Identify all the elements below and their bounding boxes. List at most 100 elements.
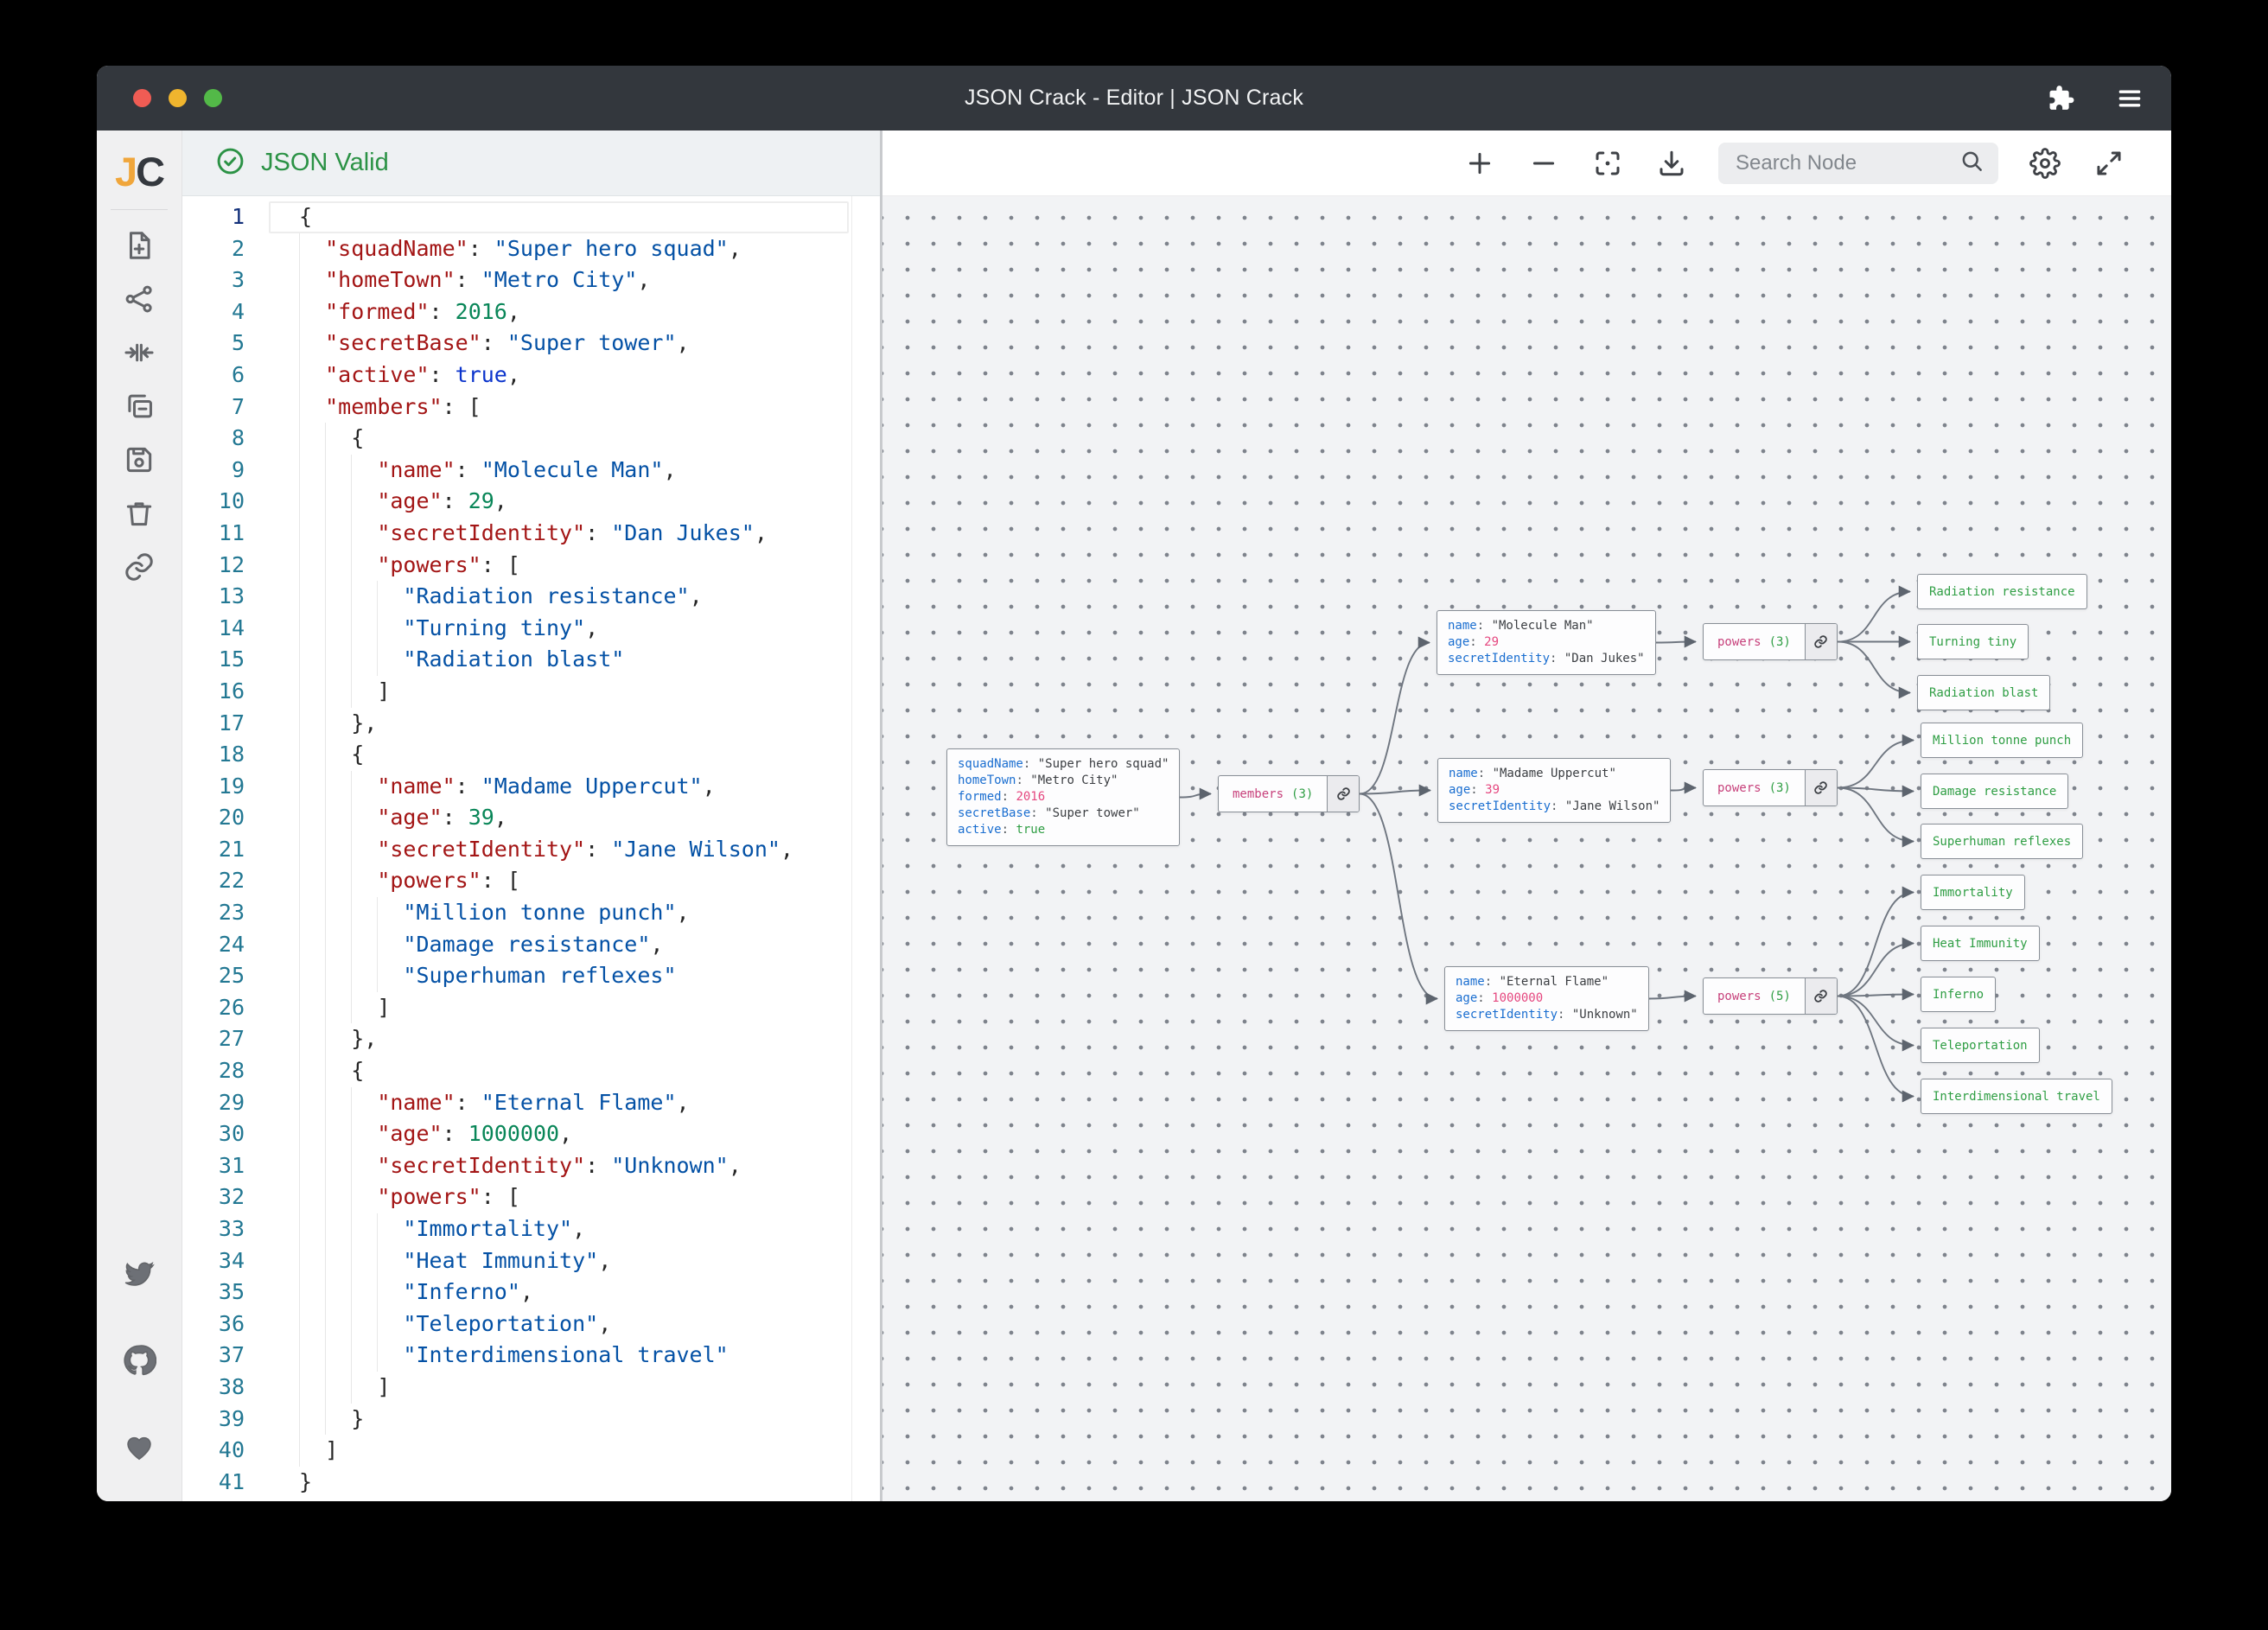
link-icon[interactable]	[111, 540, 167, 594]
line-number: 28	[182, 1055, 245, 1087]
code-line[interactable]: 18 {	[182, 739, 880, 771]
zoom-in-icon[interactable]	[1462, 146, 1497, 181]
graph-leaf-node[interactable]: Radiation blast	[1917, 675, 2050, 710]
trash-icon[interactable]	[111, 487, 167, 540]
code-line[interactable]: 6 "active": true,	[182, 360, 880, 392]
graph-array-node[interactable]: members(3)	[1218, 775, 1360, 812]
code-line[interactable]: 34 "Heat Immunity",	[182, 1245, 880, 1277]
code-line[interactable]: 35 "Inferno",	[182, 1277, 880, 1308]
code-line[interactable]: 1{	[182, 201, 880, 233]
line-content: ]	[245, 1435, 338, 1467]
heart-icon[interactable]	[111, 1430, 167, 1463]
search-node-box	[1718, 143, 1998, 184]
code-line[interactable]: 37 "Interdimensional travel"	[182, 1340, 880, 1372]
code-line[interactable]: 27 },	[182, 1023, 880, 1055]
code-line[interactable]: 12 "powers": [	[182, 550, 880, 582]
code-line[interactable]: 7 "members": [	[182, 392, 880, 423]
github-icon[interactable]	[111, 1344, 167, 1377]
code-line[interactable]: 25 "Superhuman reflexes"	[182, 960, 880, 992]
share-graph-icon[interactable]	[111, 272, 167, 326]
code-line[interactable]: 20 "age": 39,	[182, 802, 880, 834]
collapse-link-icon[interactable]	[1327, 776, 1359, 812]
fit-center-icon[interactable]	[111, 326, 167, 379]
extension-puzzle-icon[interactable]	[2045, 83, 2076, 114]
collapse-link-icon[interactable]	[1805, 624, 1837, 659]
graph-leaf-node[interactable]: Interdimensional travel	[1921, 1079, 2112, 1114]
graph-leaf-node[interactable]: Turning tiny	[1917, 624, 2029, 659]
code-line[interactable]: 16 ]	[182, 676, 880, 708]
graph-object-node[interactable]: name: "Molecule Man"age: 29secretIdentit…	[1437, 610, 1656, 675]
code-line[interactable]: 31 "secretIdentity": "Unknown",	[182, 1150, 880, 1182]
save-icon[interactable]	[111, 433, 167, 487]
twitter-icon[interactable]	[111, 1258, 167, 1290]
code-line[interactable]: 30 "age": 1000000,	[182, 1118, 880, 1150]
search-node-input[interactable]	[1734, 150, 1950, 176]
code-line[interactable]: 29 "name": "Eternal Flame",	[182, 1087, 880, 1119]
code-line[interactable]: 15 "Radiation blast"	[182, 644, 880, 676]
code-line[interactable]: 11 "secretIdentity": "Dan Jukes",	[182, 518, 880, 550]
new-document-icon[interactable]	[111, 219, 167, 272]
code-line[interactable]: 14 "Turning tiny",	[182, 613, 880, 645]
settings-gear-icon[interactable]	[2028, 146, 2062, 181]
graph-leaf-node[interactable]: Radiation resistance	[1917, 574, 2087, 609]
graph-leaf-node[interactable]: Damage resistance	[1921, 774, 2068, 809]
code-line[interactable]: 13 "Radiation resistance",	[182, 581, 880, 613]
code-line[interactable]: 21 "secretIdentity": "Jane Wilson",	[182, 834, 880, 866]
code-line[interactable]: 17 },	[182, 708, 880, 740]
download-icon[interactable]	[1654, 146, 1689, 181]
code-line[interactable]: 5 "secretBase": "Super tower",	[182, 328, 880, 360]
code-line[interactable]: 22 "powers": [	[182, 865, 880, 897]
graph-array-node[interactable]: powers(3)	[1703, 623, 1838, 660]
graph-leaf-node[interactable]: Immortality	[1921, 875, 2025, 910]
code-line[interactable]: 39 }	[182, 1404, 880, 1436]
search-icon[interactable]	[1959, 148, 1984, 178]
code-line[interactable]: 32 "powers": [	[182, 1181, 880, 1213]
code-line[interactable]: 8 {	[182, 423, 880, 455]
graph-panel: squadName: "Super hero squad"homeTown: "…	[880, 131, 2171, 1501]
code-line[interactable]: 2 "squadName": "Super hero squad",	[182, 233, 880, 265]
code-line[interactable]: 38 ]	[182, 1372, 880, 1404]
minimize-button[interactable]	[169, 89, 187, 107]
graph-leaf-node[interactable]: Heat Immunity	[1921, 926, 2040, 961]
app-window: JSON Crack - Editor | JSON Crack JC	[97, 66, 2171, 1501]
jsoncrack-logo[interactable]: JC	[115, 148, 163, 195]
code-line[interactable]: 10 "age": 29,	[182, 486, 880, 518]
menu-hamburger-icon[interactable]	[2114, 83, 2145, 114]
line-content: ]	[245, 992, 390, 1024]
graph-canvas[interactable]: squadName: "Super hero squad"homeTown: "…	[882, 196, 2171, 1501]
code-line[interactable]: 26 ]	[182, 992, 880, 1024]
graph-leaf-node[interactable]: Teleportation	[1921, 1028, 2040, 1063]
code-editor[interactable]: 1{2 "squadName": "Super hero squad",3 "h…	[182, 196, 880, 1501]
graph-leaf-node[interactable]: Inferno	[1921, 977, 1996, 1012]
copy-icon[interactable]	[111, 379, 167, 433]
line-number: 31	[182, 1150, 245, 1182]
fullscreen-icon[interactable]	[2092, 146, 2126, 181]
code-line[interactable]: 9 "name": "Molecule Man",	[182, 455, 880, 487]
zoom-button[interactable]	[204, 89, 222, 107]
collapse-link-icon[interactable]	[1805, 978, 1837, 1014]
zoom-out-icon[interactable]	[1526, 146, 1561, 181]
graph-array-node[interactable]: powers(5)	[1703, 977, 1838, 1015]
code-line[interactable]: 19 "name": "Madame Uppercut",	[182, 771, 880, 803]
code-line[interactable]: 24 "Damage resistance",	[182, 929, 880, 961]
graph-object-node[interactable]: name: "Eternal Flame"age: 1000000secretI…	[1444, 966, 1649, 1031]
code-line[interactable]: 23 "Million tonne punch",	[182, 897, 880, 929]
code-line[interactable]: 3 "homeTown": "Metro City",	[182, 264, 880, 296]
line-content: "squadName": "Super hero squad",	[245, 233, 742, 265]
code-line[interactable]: 40 ]	[182, 1435, 880, 1467]
line-content: "members": [	[245, 392, 481, 423]
focus-center-icon[interactable]	[1590, 146, 1625, 181]
graph-array-node[interactable]: powers(3)	[1703, 769, 1838, 806]
code-line[interactable]: 4 "formed": 2016,	[182, 296, 880, 328]
collapse-link-icon[interactable]	[1805, 770, 1837, 805]
line-number: 2	[182, 233, 245, 265]
close-button[interactable]	[133, 89, 151, 107]
code-line[interactable]: 28 {	[182, 1055, 880, 1087]
code-line[interactable]: 36 "Teleportation",	[182, 1308, 880, 1340]
graph-leaf-node[interactable]: Million tonne punch	[1921, 723, 2083, 758]
graph-leaf-node[interactable]: Superhuman reflexes	[1921, 824, 2083, 859]
graph-object-node[interactable]: name: "Madame Uppercut"age: 39secretIden…	[1437, 758, 1671, 823]
graph-object-node[interactable]: squadName: "Super hero squad"homeTown: "…	[946, 748, 1180, 846]
code-line[interactable]: 41}	[182, 1467, 880, 1499]
code-line[interactable]: 33 "Immortality",	[182, 1213, 880, 1245]
